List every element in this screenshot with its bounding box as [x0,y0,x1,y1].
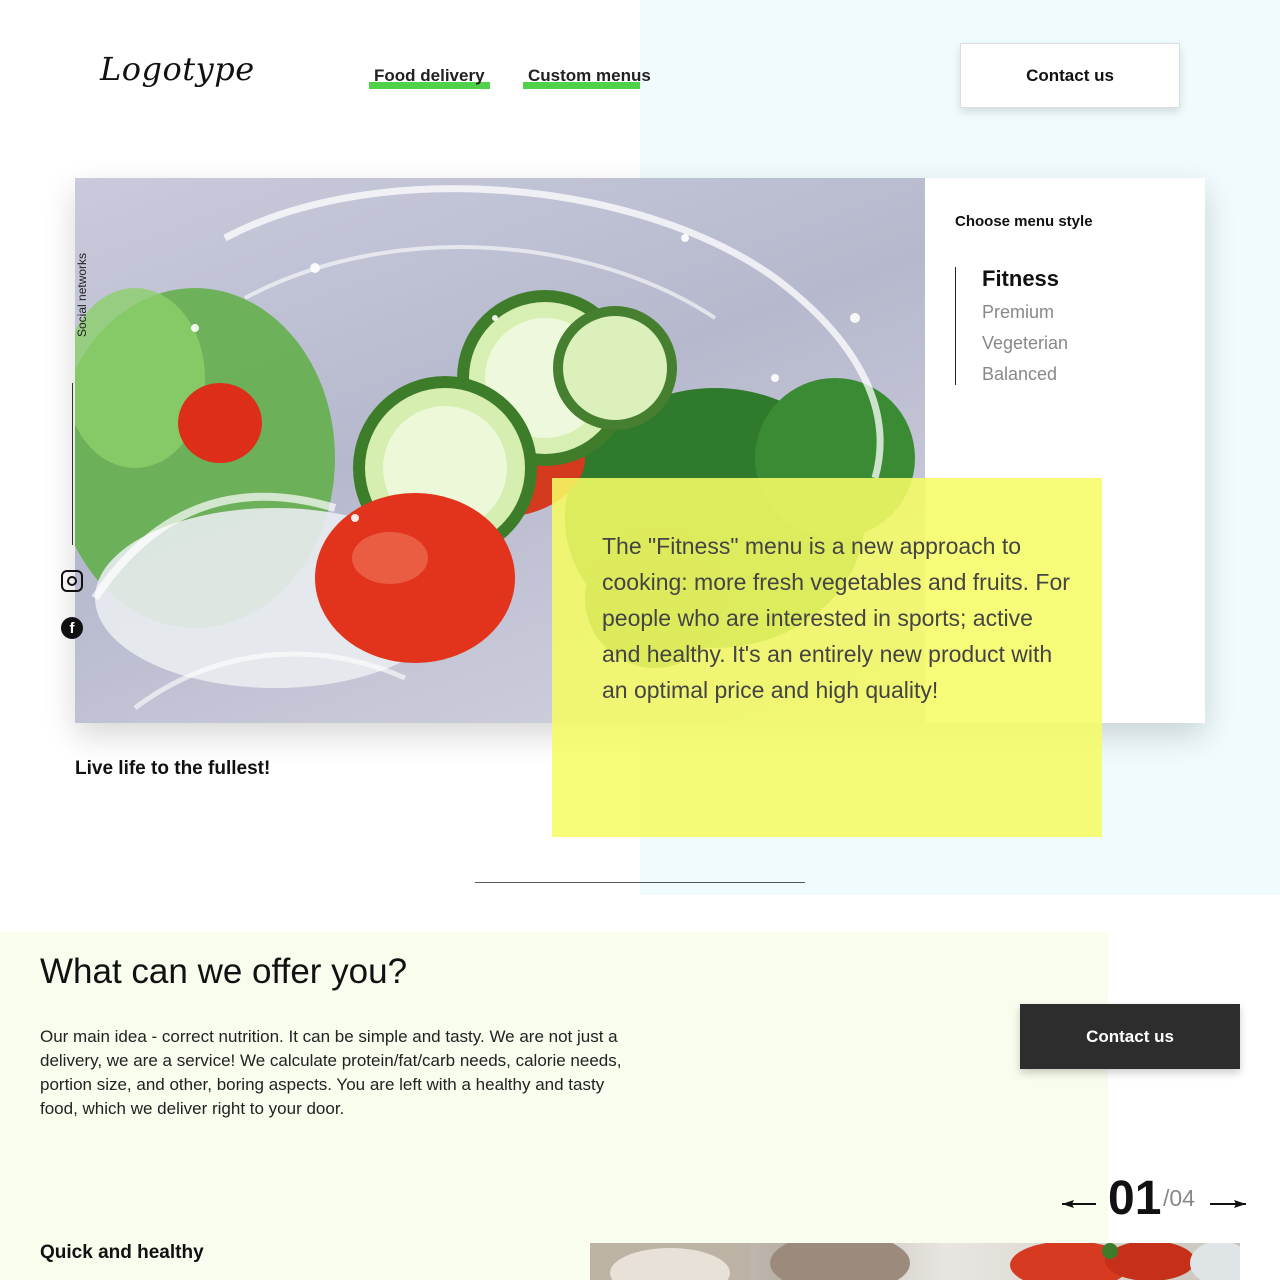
feature-photo [590,1243,1240,1280]
menu-option-balanced[interactable]: Balanced [982,364,1057,385]
instagram-icon[interactable] [61,570,83,592]
social-networks-label: Social networks [75,252,89,337]
menu-option-fitness[interactable]: Fitness [982,266,1059,292]
pager-total: /04 [1163,1185,1195,1211]
menu-option-vegeterian[interactable]: Vegeterian [982,333,1068,354]
menu-description: The "Fitness" menu is a new approach to … [602,533,1070,703]
feature-photo-illustration [590,1243,1240,1280]
logotype[interactable]: Logotype [100,50,255,88]
social-divider [72,383,73,545]
nav-custom-menus[interactable]: Custom menus [523,66,656,89]
offer-title: What can we offer you? [40,952,408,991]
feature-title: Quick and healthy [40,1242,204,1263]
nav-label: Custom menus [528,66,651,85]
menu-style-title: Choose menu style [955,213,1093,230]
facebook-icon[interactable]: f [61,617,83,639]
offer-text: Our main idea - correct nutrition. It ca… [40,1027,622,1118]
contact-us-button[interactable]: Contact us [960,43,1180,108]
arrow-left-icon[interactable] [1060,1196,1098,1217]
arrow-right-icon[interactable] [1208,1196,1248,1217]
section-divider [475,882,805,883]
pager-current: 01 [1108,1172,1162,1225]
nav-food-delivery[interactable]: Food delivery [369,66,490,89]
menu-style-divider [955,267,956,385]
offer-contact-us-button[interactable]: Contact us [1020,1004,1240,1069]
nav-label: Food delivery [374,66,485,85]
menu-option-premium[interactable]: Premium [982,302,1054,323]
hero-slogan: Live life to the fullest! [75,758,271,779]
